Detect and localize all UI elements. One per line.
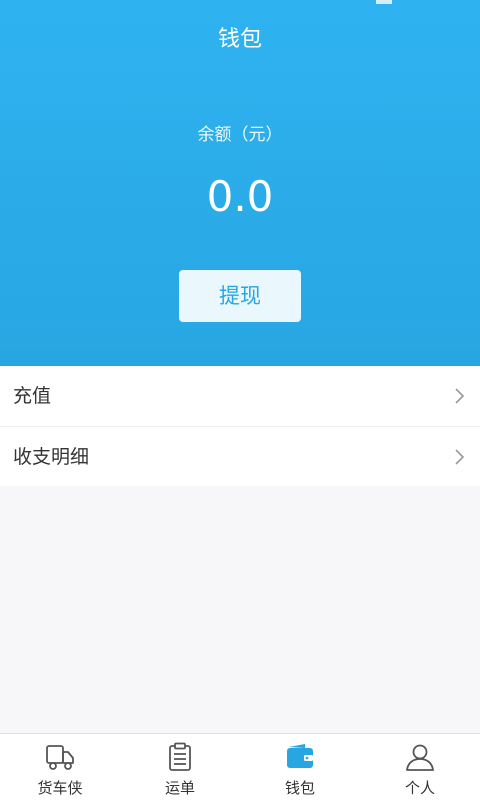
wallet-icon <box>287 744 313 768</box>
chevron-right-icon <box>455 449 465 465</box>
wallet-header: 钱包 余额（元） 0.0 提现 <box>0 0 480 366</box>
tab-orders[interactable]: 运单 <box>120 734 240 800</box>
balance-label: 余额（元） <box>197 125 283 145</box>
tab-label: 钱包 <box>284 779 315 797</box>
tab-profile[interactable]: 个人 <box>360 734 480 800</box>
balance-value: 0.0 <box>206 172 274 221</box>
withdraw-button[interactable]: 提现 <box>179 270 301 322</box>
chevron-right-icon <box>455 388 465 404</box>
page-title: 钱包 <box>217 27 262 52</box>
tab-label: 货车侠 <box>37 779 83 797</box>
truck-icon <box>46 745 74 770</box>
clipboard-icon <box>169 742 191 771</box>
bottom-tab-bar: 货车侠 运单 钱包 个人 <box>0 733 480 800</box>
tab-label: 运单 <box>164 779 195 797</box>
menu-item-recharge[interactable]: 充值 <box>0 366 480 426</box>
wallet-menu: 充值 收支明细 <box>0 366 480 486</box>
menu-item-transactions[interactable]: 收支明细 <box>0 426 480 486</box>
tab-label: 个人 <box>404 779 435 797</box>
menu-item-label: 收支明细 <box>13 446 90 468</box>
signal-icon <box>376 0 392 4</box>
status-bar <box>0 0 480 6</box>
menu-item-label: 充值 <box>13 385 52 407</box>
person-icon <box>406 744 434 771</box>
tab-wallet[interactable]: 钱包 <box>240 734 360 800</box>
tab-home[interactable]: 货车侠 <box>0 734 120 800</box>
